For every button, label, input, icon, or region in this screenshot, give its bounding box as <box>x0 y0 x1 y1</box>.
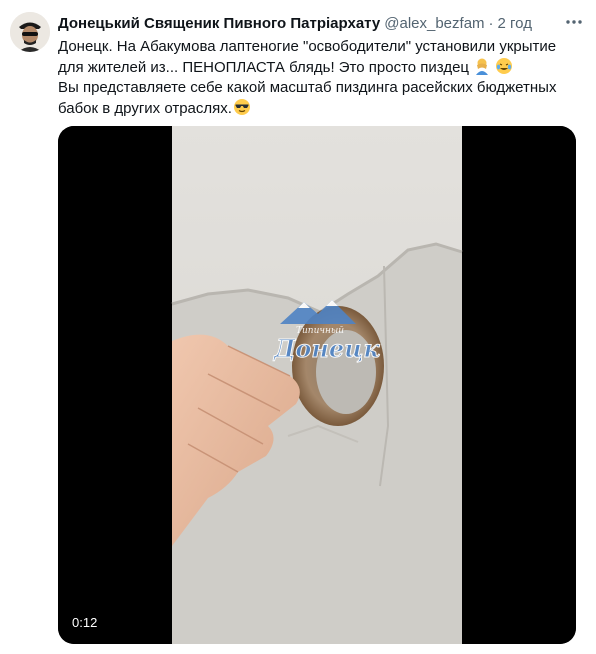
tweet-line-2: для жителей из... ПЕНОПЛАСТА блядь! Это … <box>58 57 588 78</box>
more-icon[interactable] <box>564 12 584 32</box>
author-name[interactable]: Донецький Священик Пивного Патріархату <box>58 15 380 32</box>
tweet-text: Донецк. На Абакумова лаптеногие "освобод… <box>58 37 588 119</box>
separator-dot: · <box>488 14 494 32</box>
tweet-line-3: Вы представляете себе какой масштаб пизд… <box>58 79 557 96</box>
avatar[interactable] <box>10 12 50 52</box>
tweet-header: Донецький Священик Пивного Патріархату @… <box>58 12 584 34</box>
video-frame <box>58 126 576 644</box>
video-player[interactable]: Типичный Донецк 0:12 <box>58 126 576 644</box>
laughing-emoji-icon <box>495 57 513 75</box>
sunglasses-emoji-icon <box>233 98 251 116</box>
facepalm-emoji-icon <box>473 57 491 75</box>
watermark-line-2: Донецк <box>274 334 381 364</box>
tweet[interactable]: Донецький Священик Пивного Патріархату @… <box>0 0 596 654</box>
video-duration: 0:12 <box>72 615 98 630</box>
tweet-line-2-text: для жителей из... ПЕНОПЛАСТА блядь! Это … <box>58 59 470 76</box>
tweet-line-4-text: бабок в других отраслях. <box>58 100 232 117</box>
tweet-line-1: Донецк. На Абакумова лаптеногие "освобод… <box>58 38 557 55</box>
avatar-image <box>10 12 50 52</box>
tweet-time[interactable]: 2 год <box>498 15 532 32</box>
tweet-line-4: бабок в других отраслях. <box>58 98 588 119</box>
author-handle[interactable]: @alex_bezfam <box>384 15 484 32</box>
